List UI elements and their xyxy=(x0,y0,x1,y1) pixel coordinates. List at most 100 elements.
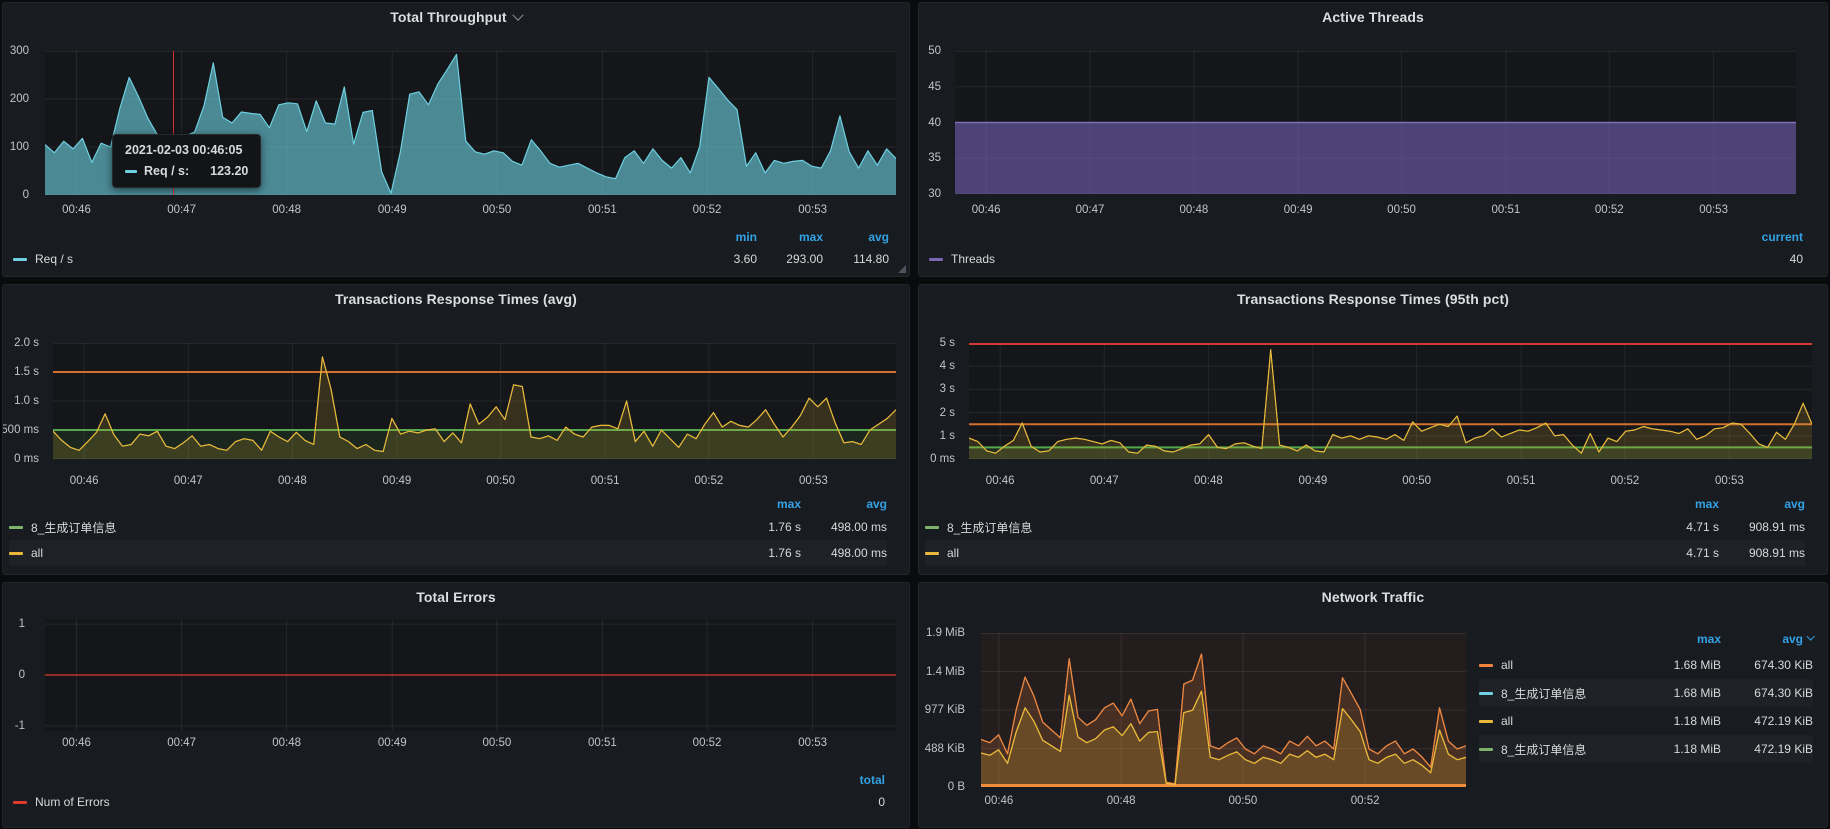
legend-series-order-info[interactable]: 8_生成订单信息 xyxy=(9,519,715,536)
legend-avg-value: 908.91 ms xyxy=(1719,520,1805,534)
x-tick: 00:47 xyxy=(167,204,196,216)
sort-chevron-down-icon xyxy=(1806,632,1814,640)
network-chart[interactable] xyxy=(981,633,1466,787)
series-color-dash xyxy=(1479,720,1493,723)
legend-series-row: 8_生成订单信息 4.71 s 908.91 ms xyxy=(925,514,1805,540)
y-tick: 0 B xyxy=(948,781,965,793)
x-tick: 00:49 xyxy=(378,737,407,749)
legend-series-row: 8_生成订单信息 1.18 MiB 472.19 KiB xyxy=(1479,735,1813,763)
legend-series-row: 8_生成订单信息 1.76 s 498.00 ms xyxy=(9,514,887,540)
legend-sort-total[interactable]: total xyxy=(819,773,885,787)
y-tick: 5 s xyxy=(940,337,955,349)
x-tick: 00:47 xyxy=(167,737,196,749)
panel-total-errors: Total Errors 1 0 -1 00:46 00:47 00:48 00… xyxy=(2,582,910,828)
x-tick: 00:50 xyxy=(1229,795,1258,807)
y-tick: 0 ms xyxy=(930,453,955,465)
chevron-down-icon xyxy=(512,10,523,21)
y-tick: -1 xyxy=(15,720,25,732)
threads-chart[interactable] xyxy=(955,51,1796,194)
legend-sort-avg[interactable]: avg xyxy=(1719,497,1805,511)
x-tick: 00:51 xyxy=(588,204,617,216)
y-axis-errors: 1 0 -1 xyxy=(3,619,33,731)
x-tick: 00:52 xyxy=(693,737,722,749)
legend-series-order-received[interactable]: 8_生成订单信息 xyxy=(1479,741,1649,758)
panel-title-total-errors[interactable]: Total Errors xyxy=(3,589,909,605)
legend-avg-value: 674.30 KiB xyxy=(1721,686,1813,700)
errors-chart[interactable] xyxy=(45,619,896,731)
legend-max-value: 1.76 s xyxy=(715,520,801,534)
y-tick: 45 xyxy=(928,81,941,93)
series-color-dash xyxy=(1479,664,1493,667)
series-color-dash xyxy=(929,258,943,261)
panel-title-active-threads[interactable]: Active Threads xyxy=(919,9,1827,25)
x-tick: 00:47 xyxy=(174,475,203,487)
legend-series-reqs[interactable]: Req / s xyxy=(13,252,691,266)
x-tick: 00:48 xyxy=(1194,475,1223,487)
legend-series-order-sent[interactable]: 8_生成订单信息 xyxy=(1479,685,1649,702)
legend-series-all-received[interactable]: all xyxy=(1479,714,1649,728)
legend-series-row: all 1.18 MiB 472.19 KiB xyxy=(1479,707,1813,735)
x-tick: 00:50 xyxy=(482,204,511,216)
legend-sort-max[interactable]: max xyxy=(715,497,801,511)
y-tick: 300 xyxy=(10,45,29,57)
panel-title-text: Active Threads xyxy=(1322,9,1424,25)
legend-header-row: total xyxy=(13,769,885,791)
legend-sort-current[interactable]: current xyxy=(1737,230,1803,244)
x-tick: 00:52 xyxy=(694,475,723,487)
legend-sort-max[interactable]: max xyxy=(1633,497,1719,511)
legend-series-order-info[interactable]: 8_生成订单信息 xyxy=(925,519,1633,536)
series-color-dash xyxy=(9,526,23,529)
legend-sort-avg[interactable]: avg xyxy=(801,497,887,511)
panel-resize-handle[interactable] xyxy=(898,265,906,273)
legend-series-row: Threads 40 xyxy=(929,248,1803,270)
x-tick: 00:46 xyxy=(62,204,91,216)
legend-sort-min[interactable]: min xyxy=(691,230,757,244)
legend-series-num-errors[interactable]: Num of Errors xyxy=(13,795,819,809)
panel-title-rt-avg[interactable]: Transactions Response Times (avg) xyxy=(3,291,909,307)
legend-max-value: 4.71 s xyxy=(1633,546,1719,560)
graph-tooltip: 2021-02-03 00:46:05 Req / s: 123.20 xyxy=(112,134,261,188)
x-tick: 00:46 xyxy=(972,204,1001,216)
legend-sort-max[interactable]: max xyxy=(1649,632,1721,646)
y-tick: 488 KiB xyxy=(925,743,965,755)
y-tick: 1.4 MiB xyxy=(926,666,965,678)
x-tick: 00:50 xyxy=(1387,204,1416,216)
panel-total-throughput: Total Throughput 300 200 100 0 00:46 00:… xyxy=(2,2,910,277)
y-tick: 50 xyxy=(928,45,941,57)
legend-header-row: max avg xyxy=(925,494,1805,514)
legend-series-row: Num of Errors 0 xyxy=(13,791,885,813)
y-tick: 0 ms xyxy=(14,453,39,465)
x-tick: 00:51 xyxy=(591,475,620,487)
series-color-dash xyxy=(925,552,939,555)
y-tick: 1 s xyxy=(940,430,955,442)
legend-total-value: 0 xyxy=(819,795,885,809)
legend-max-value: 1.68 MiB xyxy=(1649,658,1721,672)
y-axis-rt-avg: 2.0 s 1.5 s 1.0 s 500 ms 0 ms xyxy=(3,343,47,459)
legend-avg-value: 498.00 ms xyxy=(801,546,887,560)
legend-sort-avg[interactable]: avg xyxy=(1721,632,1813,646)
x-tick: 00:48 xyxy=(278,475,307,487)
rt-p95-chart[interactable] xyxy=(969,343,1812,459)
panel-title-text: Network Traffic xyxy=(1322,589,1425,605)
legend-header-row: max avg xyxy=(1479,627,1813,651)
y-axis-throughput: 300 200 100 0 xyxy=(3,51,37,195)
legend-series-threads[interactable]: Threads xyxy=(929,252,1737,266)
x-axis-network: 00:46 00:48 00:50 00:52 xyxy=(981,795,1466,809)
legend-series-all[interactable]: all xyxy=(925,546,1633,560)
legend-avg-value: 908.91 ms xyxy=(1719,546,1805,560)
series-color-dash xyxy=(1479,692,1493,695)
legend-threads: current Threads 40 xyxy=(929,226,1803,270)
panel-title-network-traffic[interactable]: Network Traffic xyxy=(919,589,1827,605)
panel-title-rt-p95[interactable]: Transactions Response Times (95th pct) xyxy=(919,291,1827,307)
x-axis-rt-avg: 00:46 00:47 00:48 00:49 00:50 00:51 00:5… xyxy=(53,475,896,489)
rt-avg-chart[interactable] xyxy=(53,343,896,459)
series-color-dash xyxy=(13,258,27,261)
x-tick: 00:51 xyxy=(1507,475,1536,487)
y-tick: 200 xyxy=(10,93,29,105)
panel-title-total-throughput[interactable]: Total Throughput xyxy=(3,9,909,25)
legend-sort-max[interactable]: max xyxy=(757,230,823,244)
legend-series-all-sent[interactable]: all xyxy=(1479,658,1649,672)
legend-series-all[interactable]: all xyxy=(9,546,715,560)
y-tick: 1.9 MiB xyxy=(926,627,965,639)
legend-sort-avg[interactable]: avg xyxy=(823,230,889,244)
